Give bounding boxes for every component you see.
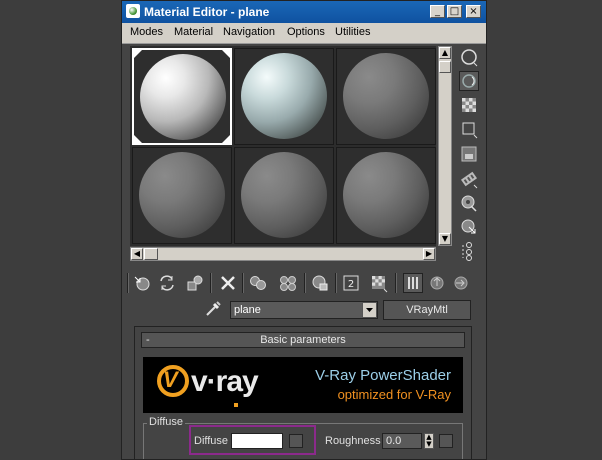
- make-unique-icon[interactable]: [278, 273, 298, 293]
- rollout-header[interactable]: - Basic parameters: [141, 332, 465, 348]
- material-editor-window: Material Editor - plane _ □ × Modes Mate…: [121, 0, 487, 460]
- diffuse-label: Diffuse: [194, 435, 229, 447]
- roughness-map-button[interactable]: [439, 434, 453, 448]
- toolbar-separator: [127, 273, 129, 293]
- scroll-down-arrow-icon[interactable]: ▼: [439, 233, 451, 245]
- select-by-material-icon[interactable]: [459, 217, 479, 237]
- material-name-field[interactable]: plane: [230, 301, 378, 319]
- sample-slot-1[interactable]: [132, 48, 232, 145]
- sample-slot-2[interactable]: [234, 48, 334, 145]
- roughness-label: Roughness: [325, 435, 381, 447]
- toolbar-separator: [335, 273, 337, 293]
- window-title: Material Editor - plane: [144, 5, 270, 19]
- toolbar-separator: [210, 273, 212, 293]
- minimize-button[interactable]: _: [430, 5, 445, 18]
- material-sphere: [343, 152, 429, 238]
- menu-bar: Modes Material Navigation Options Utilit…: [122, 23, 486, 44]
- close-button[interactable]: ×: [466, 5, 481, 18]
- toolbar-separator: [242, 273, 244, 293]
- put-to-scene-icon[interactable]: [157, 273, 177, 293]
- scroll-up-arrow-icon[interactable]: ▲: [439, 47, 451, 59]
- make-preview-icon[interactable]: [459, 169, 479, 189]
- sample-uv-tiling-icon[interactable]: [459, 119, 479, 139]
- sample-type-sphere-icon[interactable]: [459, 47, 479, 67]
- chevron-down-icon: [366, 308, 373, 312]
- diffuse-color-swatch[interactable]: [231, 433, 283, 449]
- sample-slots-area: [130, 46, 436, 246]
- sample-slot-3[interactable]: [336, 48, 436, 145]
- material-sphere: [343, 53, 429, 139]
- menu-navigation[interactable]: Navigation: [223, 26, 275, 38]
- get-material-icon[interactable]: [132, 273, 152, 293]
- material-sphere: [139, 152, 225, 238]
- svg-text:2: 2: [348, 279, 354, 290]
- vray-banner: V v·ray V-Ray PowerShader optimized for …: [143, 357, 463, 413]
- show-end-result-icon[interactable]: [403, 273, 423, 293]
- banner-title: V-Ray PowerShader: [315, 367, 451, 384]
- menu-utilities[interactable]: Utilities: [335, 26, 370, 38]
- background-checker-icon[interactable]: [459, 95, 479, 115]
- pick-material-eyedropper-icon[interactable]: [204, 300, 222, 318]
- sample-slot-4[interactable]: [132, 147, 232, 244]
- slots-horizontal-scrollbar[interactable]: ◀ ▶: [130, 247, 436, 261]
- scroll-thumb[interactable]: [144, 248, 158, 260]
- backlight-icon[interactable]: [459, 71, 479, 91]
- collapse-icon: -: [146, 334, 150, 346]
- scroll-right-arrow-icon[interactable]: ▶: [423, 248, 435, 260]
- maximize-button[interactable]: □: [447, 5, 462, 18]
- scroll-left-arrow-icon[interactable]: ◀: [131, 248, 143, 260]
- material-type-button[interactable]: VRayMtl: [383, 300, 471, 320]
- video-color-check-icon[interactable]: [459, 144, 479, 164]
- make-copy-icon[interactable]: [248, 273, 268, 293]
- toolbar-separator: [395, 273, 397, 293]
- put-to-library-icon[interactable]: [310, 273, 330, 293]
- sample-slot-6[interactable]: [336, 147, 436, 244]
- diffuse-map-button[interactable]: [289, 434, 303, 448]
- banner-subtitle: optimized for V-Ray: [337, 387, 451, 402]
- app-icon: [126, 4, 140, 18]
- slot-corner-marker: [222, 135, 230, 143]
- reset-map-icon[interactable]: [218, 273, 238, 293]
- material-name-dropdown[interactable]: [362, 302, 377, 318]
- options-icon[interactable]: [459, 193, 479, 213]
- menu-modes[interactable]: Modes: [130, 26, 163, 38]
- menu-material[interactable]: Material: [174, 26, 213, 38]
- go-to-parent-icon[interactable]: [427, 273, 447, 293]
- basic-parameters-rollout: - Basic parameters V v·ray V-Ray PowerSh…: [134, 326, 472, 459]
- show-map-in-viewport-icon[interactable]: [369, 273, 389, 293]
- go-forward-to-sibling-icon[interactable]: [451, 273, 471, 293]
- scroll-thumb[interactable]: [439, 61, 451, 73]
- material-map-navigator-icon[interactable]: [459, 241, 479, 261]
- material-sphere: [241, 53, 327, 139]
- assign-to-selection-icon[interactable]: [185, 273, 205, 293]
- slot-corner-marker: [134, 135, 142, 143]
- roughness-spinner[interactable]: ▲ ▼: [424, 433, 434, 449]
- menu-options[interactable]: Options: [287, 26, 325, 38]
- slot-corner-marker: [134, 50, 142, 58]
- toolbar-separator: [304, 273, 306, 293]
- roughness-input[interactable]: 0.0: [382, 433, 422, 449]
- diffuse-group-label: Diffuse: [147, 416, 186, 428]
- material-sphere: [140, 54, 226, 140]
- material-id-channel-icon[interactable]: 2: [341, 273, 361, 293]
- slots-vertical-scrollbar[interactable]: ▲ ▼: [438, 46, 452, 246]
- rollout-title: Basic parameters: [260, 334, 346, 346]
- slot-corner-marker: [222, 50, 230, 58]
- sample-slot-5[interactable]: [234, 147, 334, 244]
- title-bar[interactable]: Material Editor - plane _ □ ×: [122, 1, 486, 23]
- material-sphere: [241, 152, 327, 238]
- vray-logo-text: v·ray: [191, 365, 259, 398]
